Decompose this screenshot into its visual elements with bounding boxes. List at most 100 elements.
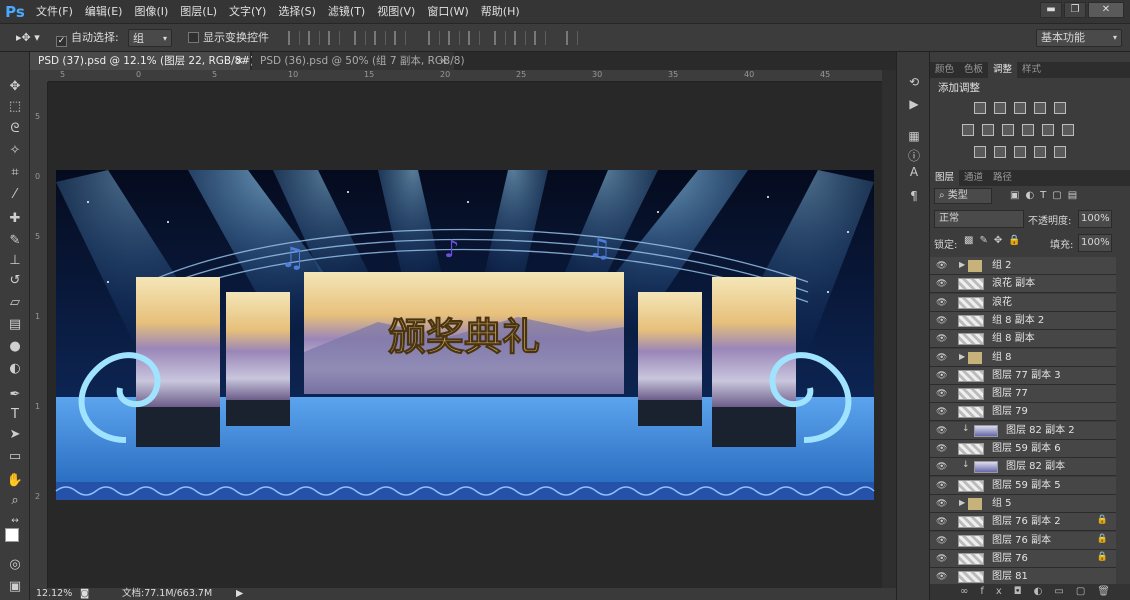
- layer-row[interactable]: 👁 图层 79: [930, 403, 1116, 422]
- curves-icon[interactable]: [1014, 102, 1026, 114]
- layer-row[interactable]: 👁 ▶ 组 5: [930, 494, 1116, 513]
- layer-row[interactable]: 👁 ↓ 图层 82 副本: [930, 458, 1116, 477]
- visibility-eye-icon[interactable]: 👁: [936, 334, 947, 344]
- auto-select-dropdown[interactable]: 组 ▾: [128, 29, 172, 47]
- channel-mixer-icon[interactable]: [1042, 124, 1054, 136]
- levels-icon[interactable]: [994, 102, 1006, 114]
- menu-edit[interactable]: 编辑(E): [79, 0, 129, 24]
- status-menu-arrow-icon[interactable]: ▶: [236, 588, 243, 600]
- history-panel-icon[interactable]: ⟲: [906, 74, 922, 90]
- magic-wand-tool-icon[interactable]: ✧: [5, 142, 25, 160]
- hand-tool-icon[interactable]: ✋: [5, 472, 25, 490]
- hue-saturation-icon[interactable]: [962, 124, 974, 136]
- black-white-icon[interactable]: [1002, 124, 1014, 136]
- align-left-icon[interactable]: [354, 31, 366, 45]
- zoom-level[interactable]: 12.12%: [36, 588, 72, 600]
- path-selection-tool-icon[interactable]: ➤: [5, 426, 25, 444]
- visibility-eye-icon[interactable]: 👁: [936, 426, 947, 436]
- visibility-eye-icon[interactable]: 👁: [936, 481, 947, 491]
- workspace-dropdown[interactable]: 基本功能 ▾: [1036, 29, 1122, 47]
- distribute-top-icon[interactable]: [428, 31, 440, 45]
- layer-row[interactable]: 👁 ▶ 组 2: [930, 257, 1116, 275]
- menu-type[interactable]: 文字(Y): [223, 0, 272, 24]
- restore-button[interactable]: ❐: [1064, 2, 1086, 18]
- visibility-eye-icon[interactable]: 👁: [936, 517, 947, 527]
- visibility-eye-icon[interactable]: 👁: [936, 353, 947, 363]
- align-hcenter-icon[interactable]: [374, 31, 386, 45]
- distribute-left-icon[interactable]: [494, 31, 506, 45]
- layer-row[interactable]: 👁 图层 76 🔒: [930, 549, 1116, 568]
- show-transform-checkbox[interactable]: 显示变换控件: [188, 29, 269, 47]
- lock-options-icons[interactable]: ▩✎✥🔒: [964, 235, 1027, 246]
- shape-tool-icon[interactable]: ▭: [5, 448, 25, 466]
- properties-panel-icon[interactable]: ▦: [906, 128, 922, 144]
- exposure-icon[interactable]: [1034, 102, 1046, 114]
- type-tool-icon[interactable]: T: [5, 406, 25, 424]
- expand-caret-icon[interactable]: ▶: [959, 498, 965, 507]
- close-button[interactable]: ✕: [1088, 2, 1124, 18]
- close-tab-icon[interactable]: ×: [439, 52, 448, 70]
- auto-align-icon[interactable]: [566, 31, 578, 45]
- visibility-eye-icon[interactable]: 👁: [936, 572, 947, 582]
- fill-field[interactable]: 100%: [1078, 234, 1112, 252]
- layer-filter-icons[interactable]: ▣◐T▢▤: [1010, 190, 1083, 201]
- layer-row[interactable]: 👁 图层 59 副本 5: [930, 476, 1116, 495]
- vertical-scrollbar[interactable]: [882, 70, 896, 588]
- tab-psd-36[interactable]: PSD (36).psd @ 50% (组 7 副本, RGB/8) ×: [252, 52, 465, 70]
- menu-select[interactable]: 选择(S): [272, 0, 322, 24]
- gradient-map-icon[interactable]: [1054, 146, 1066, 158]
- layer-row[interactable]: 👁 图层 77 副本 3: [930, 366, 1116, 385]
- distribute-bottom-icon[interactable]: [468, 31, 480, 45]
- visibility-eye-icon[interactable]: 👁: [936, 389, 947, 399]
- layer-row[interactable]: 👁 图层 76 副本 2 🔒: [930, 513, 1116, 532]
- tab-color[interactable]: 颜色: [930, 62, 959, 78]
- visibility-eye-icon[interactable]: 👁: [936, 407, 947, 417]
- opacity-field[interactable]: 100%: [1078, 210, 1112, 228]
- color-lookup-icon[interactable]: [1062, 124, 1074, 136]
- color-balance-icon[interactable]: [982, 124, 994, 136]
- align-vcenter-icon[interactable]: [308, 31, 320, 45]
- threshold-icon[interactable]: [1014, 146, 1026, 158]
- visibility-eye-icon[interactable]: 👁: [936, 279, 947, 289]
- tab-psd-37[interactable]: PSD (37).psd @ 12.1% (图层 22, RGB/8#) * ×: [30, 52, 263, 70]
- minimize-button[interactable]: ▬: [1040, 2, 1062, 18]
- info-icon[interactable]: ◙: [80, 588, 89, 600]
- expand-caret-icon[interactable]: ▶: [959, 352, 965, 361]
- menu-file[interactable]: 文件(F): [30, 0, 79, 24]
- move-tool-icon[interactable]: ▸✥ ▾: [16, 29, 40, 47]
- visibility-eye-icon[interactable]: 👁: [936, 462, 947, 472]
- photo-filter-icon[interactable]: [1022, 124, 1034, 136]
- gradient-tool-icon[interactable]: ▤: [5, 316, 25, 334]
- layer-row[interactable]: 👁 浪花 副本: [930, 275, 1116, 294]
- tab-styles[interactable]: 样式: [1017, 62, 1046, 78]
- layer-row[interactable]: 👁 组 8 副本: [930, 330, 1116, 349]
- layer-row[interactable]: 👁 图层 59 副本 6: [930, 440, 1116, 458]
- visibility-eye-icon[interactable]: 👁: [936, 499, 947, 509]
- marquee-tool-icon[interactable]: ⬚: [5, 98, 25, 116]
- align-top-icon[interactable]: [288, 31, 300, 45]
- layer-row[interactable]: 👁 组 8 副本 2: [930, 311, 1116, 330]
- menu-image[interactable]: 图像(I): [128, 0, 174, 24]
- layer-row[interactable]: 👁 图层 77: [930, 385, 1116, 404]
- menu-view[interactable]: 视图(V): [371, 0, 421, 24]
- expand-caret-icon[interactable]: ▶: [959, 260, 965, 269]
- lasso-tool-icon[interactable]: ᘓ: [5, 120, 25, 138]
- selective-color-icon[interactable]: [1034, 146, 1046, 158]
- clone-stamp-tool-icon[interactable]: ⊥: [5, 252, 25, 270]
- eyedropper-tool-icon[interactable]: ⁄: [5, 186, 25, 204]
- foreground-color-swatch[interactable]: [5, 528, 19, 542]
- menu-layer[interactable]: 图层(L): [174, 0, 223, 24]
- distribute-right-icon[interactable]: [534, 31, 546, 45]
- layer-row[interactable]: 👁 浪花: [930, 293, 1116, 312]
- auto-select-checkbox[interactable]: ✓ 自动选择:: [56, 29, 119, 47]
- align-right-icon[interactable]: [394, 31, 406, 45]
- tab-paths[interactable]: 路径: [988, 170, 1017, 186]
- brush-tool-icon[interactable]: ✎: [5, 232, 25, 250]
- healing-brush-tool-icon[interactable]: ✚: [5, 210, 25, 228]
- distribute-hcenter-icon[interactable]: [514, 31, 526, 45]
- horizontal-ruler[interactable]: 5 0 5 10 15 20 25 30 35 40 45: [48, 70, 896, 82]
- layer-row[interactable]: 👁 ↓ 图层 82 副本 2: [930, 421, 1116, 440]
- close-tab-icon[interactable]: ×: [235, 52, 244, 70]
- info-panel-icon[interactable]: ⓘ: [906, 148, 922, 164]
- character-panel-icon[interactable]: A: [906, 164, 922, 180]
